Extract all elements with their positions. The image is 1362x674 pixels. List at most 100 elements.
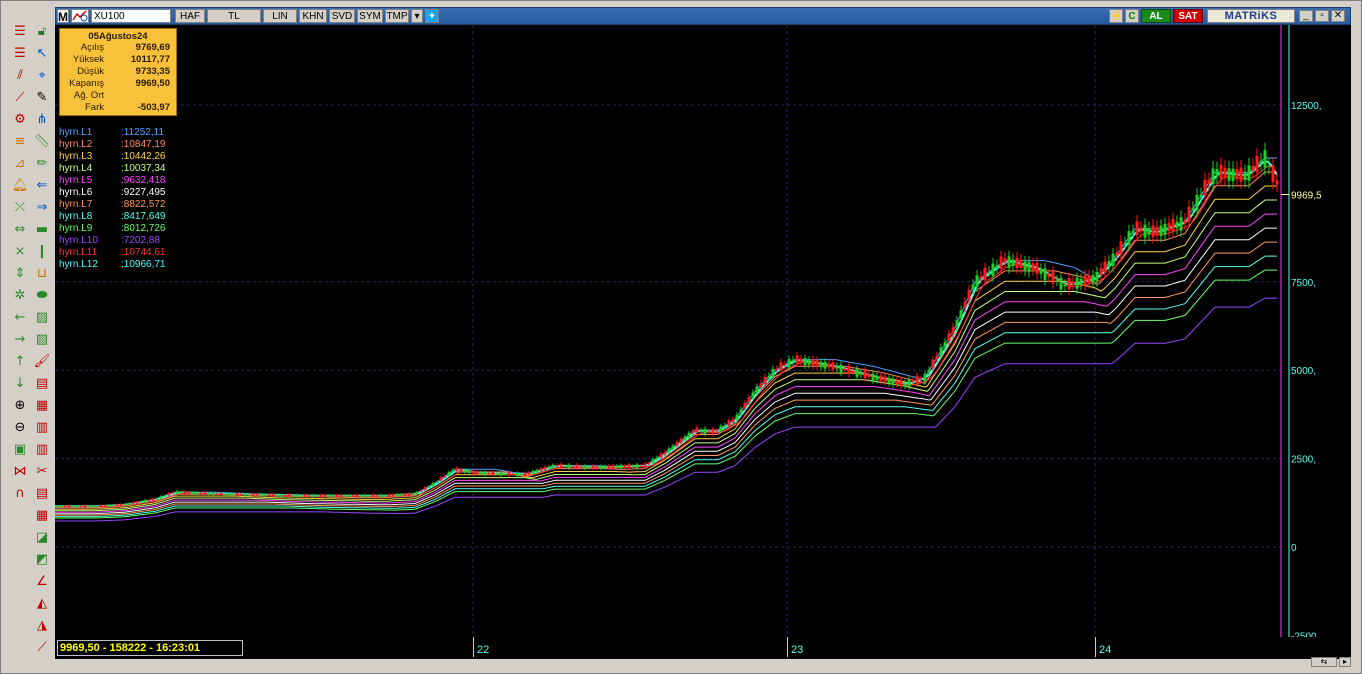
pan-right-icon[interactable]: → xyxy=(11,331,29,349)
candle-body xyxy=(535,469,539,473)
restore-icon[interactable]: ▫ xyxy=(1315,10,1329,22)
legend-item[interactable]: hyrn.L9:8012,726 xyxy=(59,223,209,235)
candle-body xyxy=(1275,180,1279,185)
gear-icon[interactable]: ⚙ xyxy=(11,111,29,129)
legend-item[interactable]: hyrn.L7:8822,572 xyxy=(59,199,209,211)
ohlc-row-close: Kapanış 9969,50 xyxy=(69,78,170,89)
expand-horizontal-icon[interactable]: ⇔ xyxy=(11,221,29,239)
twitter-icon[interactable]: ✦ xyxy=(425,9,439,23)
expand-vertical-icon[interactable]: ⇕ xyxy=(11,265,29,283)
pan-left-icon[interactable]: ← xyxy=(11,309,29,327)
columns-icon[interactable]: ▥ xyxy=(33,441,51,459)
vertical-line-icon[interactable]: ❙ xyxy=(33,243,51,261)
dropdown-arrow-icon[interactable]: ▾ xyxy=(411,9,423,23)
zoom-fit-icon[interactable]: ✲ xyxy=(11,287,29,305)
scroll-right-icon[interactable]: ▸ xyxy=(1339,657,1351,667)
candle-body xyxy=(1271,165,1275,182)
price-chart[interactable]: 12500, 7500, 5000, 2500, 0 -2500 9969,5 xyxy=(55,25,1351,637)
lock-icon[interactable]: 🔓︎ xyxy=(33,23,51,41)
candle-body xyxy=(847,365,851,374)
legend-item[interactable]: hyrn.L1:11252,11 xyxy=(59,127,209,139)
legend-item[interactable]: hyrn.L10:7202,88 xyxy=(59,235,209,247)
triangle-icon[interactable]: ◭ xyxy=(33,595,51,613)
candle-icon[interactable]: ⋈ xyxy=(11,463,29,481)
legend-item[interactable]: hyrn.L4:10037,34 xyxy=(59,163,209,175)
tab-tmp[interactable]: TMP xyxy=(385,9,409,23)
sell-button[interactable]: SAT xyxy=(1173,9,1203,23)
angle-icon[interactable]: ∠ xyxy=(33,573,51,591)
zoom-out-icon[interactable]: ⊖ xyxy=(11,419,29,437)
list-icon[interactable]: ☰ xyxy=(11,45,29,63)
channel-icon[interactable]: ▦ xyxy=(33,397,51,415)
legend-item[interactable]: hyrn.L6:9227,495 xyxy=(59,187,209,199)
legend-item[interactable]: hyrn.L8:8417,649 xyxy=(59,211,209,223)
zoom-in-icon[interactable]: ⊕ xyxy=(11,397,29,415)
legend-item[interactable]: hyrn.L5:9632,418 xyxy=(59,175,209,187)
menu-grid-icon[interactable]: ☰ xyxy=(11,23,29,41)
edit-icon[interactable]: ✎ xyxy=(33,89,51,107)
tab-svd[interactable]: SVD xyxy=(329,9,355,23)
eraser-icon[interactable]: ⬬ xyxy=(33,287,51,305)
grid-icon[interactable]: ▥ xyxy=(33,419,51,437)
pattern-icon[interactable]: ▨ xyxy=(33,309,51,327)
legend-item[interactable]: hyrn.L11:10744,61 xyxy=(59,247,209,259)
bracket-icon[interactable]: ⊔ xyxy=(33,265,51,283)
candle-body xyxy=(271,493,275,496)
tab-khn[interactable]: KHN xyxy=(299,9,327,23)
extend-line-icon[interactable]: ⟋ xyxy=(33,639,51,657)
tab-tl[interactable]: TL xyxy=(207,9,261,23)
legend-item[interactable]: hyrn.L3:10442,26 xyxy=(59,151,209,163)
pan-up-icon[interactable]: ↑ xyxy=(11,353,29,371)
chart-color-icon[interactable]: ◪ xyxy=(33,529,51,547)
fan-icon[interactable]: ⊿ xyxy=(11,155,29,173)
cut-icon[interactable]: ✂ xyxy=(33,463,51,481)
candle-body xyxy=(911,380,915,383)
shrink-icon[interactable]: ⤫ xyxy=(11,199,29,217)
tab-haf[interactable]: HAF xyxy=(175,9,205,23)
pan-down-icon[interactable]: ↓ xyxy=(11,375,29,393)
ruler-icon[interactable]: 📏︎ xyxy=(33,133,51,151)
ray-icon[interactable]: ◮ xyxy=(33,617,51,635)
minus-icon[interactable]: ▬ xyxy=(33,221,51,239)
parallel-lines-icon[interactable]: ⫽ xyxy=(11,67,29,85)
matriks-logo-button[interactable]: M xyxy=(57,9,69,24)
fibonacci-icon[interactable]: ≡ xyxy=(11,133,29,151)
trend-tool-icon[interactable]: ⟋ xyxy=(11,89,29,107)
arrow-right-icon[interactable]: ⇒ xyxy=(33,199,51,217)
diagonal-icon[interactable]: ▧ xyxy=(33,331,51,349)
horizontal-scrollbar[interactable] xyxy=(9,660,1309,670)
fill-icon[interactable]: ◩ xyxy=(33,551,51,569)
crosshair-icon[interactable]: ⌖ xyxy=(33,67,51,85)
buy-button[interactable]: AL xyxy=(1141,9,1171,23)
candle-body xyxy=(371,494,375,497)
candle-body xyxy=(691,430,695,433)
legend-item-name: hyrn.L12 xyxy=(59,259,98,270)
arrow-left-icon[interactable]: ⇐ xyxy=(33,177,51,195)
cursor-arrow-icon[interactable]: ↖ xyxy=(33,45,51,63)
symbol-field[interactable]: XU100 xyxy=(91,9,171,23)
candle-body xyxy=(775,368,779,370)
compress-vertical-icon[interactable]: ⨯ xyxy=(11,243,29,261)
close-icon[interactable]: ✕ xyxy=(1331,10,1345,22)
legend-item[interactable]: hyrn.L12:10966,71 xyxy=(59,259,209,271)
minimize-icon[interactable]: _ xyxy=(1299,10,1313,22)
brush-icon[interactable]: 🖌︎ xyxy=(33,353,51,371)
c-button[interactable]: C xyxy=(1125,9,1139,23)
chart-canvas[interactable]: 12500,7500,5000,2500,0-25009969,5 xyxy=(55,25,1351,637)
legend-item[interactable]: hyrn.L2:10847,19 xyxy=(59,139,209,151)
candle-body xyxy=(671,445,675,449)
chart-type-icon[interactable] xyxy=(71,9,89,23)
bar-chart-icon[interactable]: ▤ xyxy=(33,375,51,393)
bell-icon[interactable]: 🔔︎ xyxy=(11,177,29,195)
pencil-icon[interactable]: ✏ xyxy=(33,155,51,173)
tab-sym[interactable]: SYM xyxy=(357,9,383,23)
layers-icon[interactable]: ▤ xyxy=(33,485,51,503)
chart-frame-icon[interactable]: ▣ xyxy=(11,441,29,459)
magnet-icon[interactable]: ∩ xyxy=(11,485,29,503)
candle-body xyxy=(1179,217,1183,231)
tab-lin[interactable]: LIN xyxy=(263,9,297,23)
pitchfork-icon[interactable]: ⋔ xyxy=(33,111,51,129)
lightning-icon[interactable]: ⚡ xyxy=(1109,9,1123,23)
auto-scroll-icon[interactable]: ⇆ xyxy=(1311,657,1337,667)
table-icon[interactable]: ▦ xyxy=(33,507,51,525)
